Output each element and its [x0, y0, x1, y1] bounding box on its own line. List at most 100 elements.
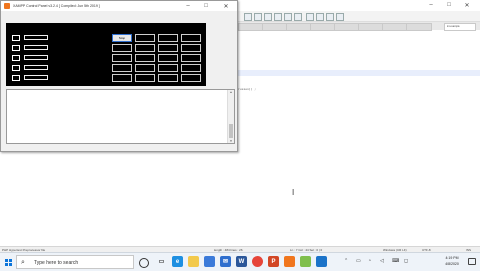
xampp-icon[interactable] [284, 256, 295, 267]
config-button[interactable] [158, 54, 178, 62]
editor-tab[interactable] [262, 23, 288, 31]
search-placeholder: Type here to search [34, 260, 79, 266]
editor-tab[interactable] [310, 23, 336, 31]
powerpoint-icon[interactable]: P [268, 256, 279, 267]
editor-tab[interactable] [334, 23, 360, 31]
module-row: Stop [6, 34, 206, 42]
service-checkbox[interactable] [12, 75, 20, 81]
service-checkbox[interactable] [12, 35, 20, 41]
stop-button[interactable]: Stop [112, 34, 132, 42]
word-icon[interactable]: W [236, 256, 247, 267]
show-hidden-icons-icon[interactable]: ⌃ [344, 257, 348, 265]
editor-close-button[interactable]: ✕ [460, 0, 474, 10]
toolbar-icon[interactable] [274, 13, 282, 21]
modules-panel: Stop [6, 23, 206, 86]
admin-button[interactable] [135, 34, 155, 42]
editor-tab-active[interactable]: ini.example [444, 23, 476, 31]
start-button[interactable] [112, 54, 132, 62]
toolbar-icon[interactable] [306, 13, 314, 21]
text-cursor-icon: I [292, 188, 295, 197]
logs-button[interactable] [181, 54, 201, 62]
logs-button[interactable] [181, 34, 201, 42]
xampp-minimize-button[interactable]: – [181, 1, 195, 11]
task-view-icon[interactable]: ▭ [156, 256, 167, 267]
photos-icon[interactable] [316, 256, 327, 267]
status-encoding: UTF-8 [422, 247, 431, 252]
xampp-maximize-button[interactable]: □ [199, 1, 213, 11]
module-row [6, 64, 206, 72]
volume-icon[interactable]: ◁ [380, 257, 384, 265]
start-button[interactable] [0, 253, 16, 271]
editor-minimize-button[interactable]: – [424, 0, 438, 10]
battery-icon[interactable]: ▭ [356, 257, 361, 265]
file-explorer-icon[interactable] [188, 256, 199, 267]
toolbar-icon[interactable] [284, 13, 292, 21]
toolbar-icon[interactable] [264, 13, 272, 21]
service-checkbox[interactable] [12, 65, 20, 71]
notepadpp-icon[interactable] [300, 256, 311, 267]
toolbar-icon[interactable] [254, 13, 262, 21]
system-clock[interactable]: 4:19 PM 4/8/2020 [438, 255, 466, 267]
scroll-down-icon[interactable]: ▼ [228, 139, 234, 143]
clock-date: 4/8/2020 [445, 262, 459, 266]
module-row [6, 54, 206, 62]
start-button[interactable] [112, 44, 132, 52]
config-button[interactable] [158, 74, 178, 82]
admin-button[interactable] [135, 44, 155, 52]
config-button[interactable] [158, 44, 178, 52]
xampp-logo-icon [4, 3, 10, 9]
log-output-area[interactable]: ▲ ▼ [6, 89, 235, 144]
toolbar-icon[interactable] [336, 13, 344, 21]
start-button[interactable] [112, 64, 132, 72]
module-name [24, 35, 48, 40]
editor-tab[interactable] [406, 23, 432, 31]
config-button[interactable] [158, 64, 178, 72]
network-icon[interactable]: ◔ [368, 257, 371, 265]
mail-icon[interactable]: ✉ [220, 256, 231, 267]
admin-button[interactable] [135, 54, 155, 62]
toolbar-icon[interactable] [316, 13, 324, 21]
search-box[interactable]: ⌕ Type here to search [16, 255, 134, 269]
editor-tab[interactable] [382, 23, 408, 31]
log-scrollbar[interactable]: ▲ ▼ [227, 90, 234, 143]
code-area[interactable] [236, 31, 480, 241]
editor-tab[interactable] [286, 23, 312, 31]
logs-button[interactable] [181, 44, 201, 52]
logs-button[interactable] [181, 64, 201, 72]
xampp-close-button[interactable]: ✕ [219, 1, 233, 11]
scroll-up-icon[interactable]: ▲ [228, 90, 234, 94]
search-icon: ⌕ [21, 259, 25, 266]
editor-tab[interactable] [358, 23, 384, 31]
toolbar-icon[interactable] [326, 13, 334, 21]
scroll-thumb[interactable] [229, 124, 233, 138]
module-name [24, 75, 48, 80]
store-icon[interactable] [204, 256, 215, 267]
edge-icon[interactable]: e [172, 256, 183, 267]
service-checkbox[interactable] [12, 55, 20, 61]
editor-tab[interactable] [238, 23, 264, 31]
toolbar-icon[interactable] [244, 13, 252, 21]
status-position: Ln : 7 Col : 44 Sel : 0 | 0 [290, 247, 323, 252]
module-name [24, 45, 48, 50]
status-mode: INS [466, 247, 472, 252]
xampp-titlebar[interactable]: XAMPP Control Panel v3.2.4 [ Compiled: J… [1, 1, 237, 11]
status-length: length : 484 lines : 26 [214, 247, 243, 252]
xampp-window-title: XAMPP Control Panel v3.2.4 [ Compiled: J… [13, 4, 100, 8]
admin-button[interactable] [135, 74, 155, 82]
logs-button[interactable] [181, 74, 201, 82]
admin-button[interactable] [135, 64, 155, 72]
toolbar-icon[interactable] [294, 13, 302, 21]
action-center-icon[interactable] [468, 258, 476, 265]
language-icon[interactable]: ◻ [404, 257, 408, 265]
editor-maximize-button[interactable]: □ [442, 0, 456, 10]
cortana-icon[interactable] [139, 258, 149, 268]
status-eol: Windows (CR LF) [383, 247, 407, 252]
chrome-icon[interactable] [252, 256, 263, 267]
status-file-type: PHP Hypertext Preprocessor file [2, 247, 46, 252]
service-checkbox[interactable] [12, 45, 20, 51]
keyboard-icon[interactable]: ⌨ [392, 257, 399, 265]
start-button[interactable] [112, 74, 132, 82]
taskbar: ⌕ Type here to search ▭ e ✉ W P ⌃ ▭ ◔ ◁ … [0, 252, 480, 271]
module-name [24, 55, 48, 60]
config-button[interactable] [158, 34, 178, 42]
